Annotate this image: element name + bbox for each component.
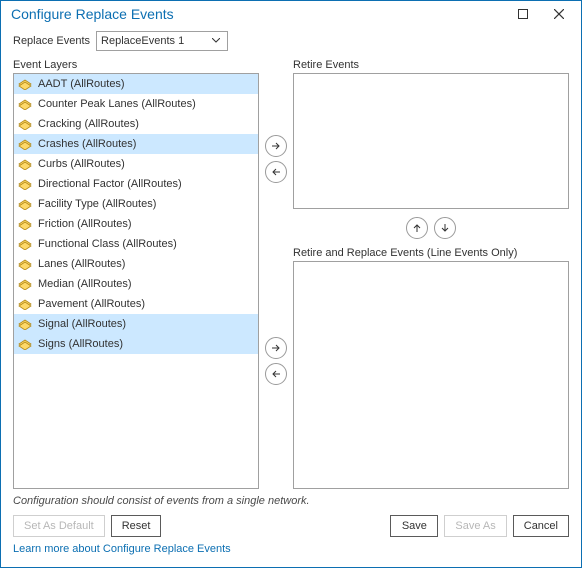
event-layer-item[interactable]: Median (AllRoutes) — [14, 274, 258, 294]
move-to-retire-button[interactable] — [265, 135, 287, 157]
layer-icon — [18, 78, 32, 90]
arrow-up-icon — [412, 223, 422, 233]
arrow-right-icon — [271, 141, 281, 151]
event-layer-item[interactable]: Cracking (AllRoutes) — [14, 114, 258, 134]
event-layer-label: Signs (AllRoutes) — [38, 338, 123, 350]
layer-icon — [18, 218, 32, 230]
maximize-button[interactable] — [505, 1, 541, 27]
event-layer-label: Crashes (AllRoutes) — [38, 138, 136, 150]
event-layer-item[interactable]: Crashes (AllRoutes) — [14, 134, 258, 154]
maximize-icon — [518, 9, 528, 19]
remove-from-retire-replace-button[interactable] — [265, 363, 287, 385]
retire-events-section: Retire Events — [293, 59, 569, 209]
event-layer-item[interactable]: Functional Class (AllRoutes) — [14, 234, 258, 254]
event-layer-label: Functional Class (AllRoutes) — [38, 238, 177, 250]
event-layer-label: AADT (AllRoutes) — [38, 78, 125, 90]
event-layer-label: Directional Factor (AllRoutes) — [38, 178, 182, 190]
event-layer-item[interactable]: AADT (AllRoutes) — [14, 74, 258, 94]
footer: Set As Default Reset Save Save As Cancel — [13, 515, 569, 541]
arrow-down-icon — [440, 223, 450, 233]
event-layer-item[interactable]: Lanes (AllRoutes) — [14, 254, 258, 274]
event-layer-item[interactable]: Curbs (AllRoutes) — [14, 154, 258, 174]
event-layer-item[interactable]: Facility Type (AllRoutes) — [14, 194, 258, 214]
layer-icon — [18, 198, 32, 210]
event-layer-label: Lanes (AllRoutes) — [38, 258, 125, 270]
transfer-buttons-column — [265, 59, 287, 489]
event-layer-item[interactable]: Counter Peak Lanes (AllRoutes) — [14, 94, 258, 114]
retire-replace-label: Retire and Replace Events (Line Events O… — [293, 247, 569, 259]
layer-icon — [18, 318, 32, 330]
event-layer-item[interactable]: Directional Factor (AllRoutes) — [14, 174, 258, 194]
move-up-button[interactable] — [406, 217, 428, 239]
columns: Event Layers AADT (AllRoutes) Counter Pea… — [13, 59, 569, 489]
retire-events-label: Retire Events — [293, 59, 569, 71]
learn-more-link[interactable]: Learn more about Configure Replace Event… — [13, 541, 569, 559]
dialog-body: Replace Events ReplaceEvents 1 Event Lay… — [1, 27, 581, 567]
chevron-down-icon — [209, 35, 223, 47]
event-layer-label: Cracking (AllRoutes) — [38, 118, 139, 130]
event-layer-label: Pavement (AllRoutes) — [38, 298, 145, 310]
close-button[interactable] — [541, 1, 577, 27]
layer-icon — [18, 178, 32, 190]
window-title: Configure Replace Events — [11, 6, 505, 22]
layer-icon — [18, 138, 32, 150]
layer-icon — [18, 158, 32, 170]
replace-events-label: Replace Events — [13, 35, 90, 47]
retire-events-listbox[interactable] — [293, 73, 569, 209]
retire-replace-listbox[interactable] — [293, 261, 569, 489]
retire-replace-section: Retire and Replace Events (Line Events O… — [293, 247, 569, 489]
arrow-right-icon — [271, 343, 281, 353]
event-layer-item[interactable]: Pavement (AllRoutes) — [14, 294, 258, 314]
layer-icon — [18, 118, 32, 130]
move-to-retire-replace-button[interactable] — [265, 337, 287, 359]
hint-text: Configuration should consist of events f… — [13, 495, 569, 507]
event-layer-item[interactable]: Friction (AllRoutes) — [14, 214, 258, 234]
right-column: Retire Events Retire and Replace Events … — [293, 59, 569, 489]
layer-icon — [18, 258, 32, 270]
save-as-button[interactable]: Save As — [444, 515, 506, 537]
layer-icon — [18, 338, 32, 350]
arrow-left-icon — [271, 369, 281, 379]
event-layers-label: Event Layers — [13, 59, 259, 71]
layer-icon — [18, 298, 32, 310]
close-icon — [554, 9, 564, 19]
configure-replace-events-window: Configure Replace Events Replace Events … — [0, 0, 582, 568]
event-layers-column: Event Layers AADT (AllRoutes) Counter Pea… — [13, 59, 259, 489]
event-layer-label: Median (AllRoutes) — [38, 278, 132, 290]
event-layer-label: Signal (AllRoutes) — [38, 318, 126, 330]
replace-events-value: ReplaceEvents 1 — [101, 35, 184, 47]
set-as-default-button[interactable]: Set As Default — [13, 515, 105, 537]
event-layer-label: Curbs (AllRoutes) — [38, 158, 125, 170]
layer-icon — [18, 238, 32, 250]
event-layer-item[interactable]: Signal (AllRoutes) — [14, 314, 258, 334]
reset-button[interactable]: Reset — [111, 515, 162, 537]
event-layer-item[interactable]: Signs (AllRoutes) — [14, 334, 258, 354]
titlebar: Configure Replace Events — [1, 1, 581, 27]
cancel-button[interactable]: Cancel — [513, 515, 569, 537]
reorder-buttons — [293, 215, 569, 241]
arrow-left-icon — [271, 167, 281, 177]
event-layer-label: Facility Type (AllRoutes) — [38, 198, 156, 210]
move-down-button[interactable] — [434, 217, 456, 239]
save-button[interactable]: Save — [390, 515, 438, 537]
event-layer-label: Counter Peak Lanes (AllRoutes) — [38, 98, 196, 110]
event-layer-label: Friction (AllRoutes) — [38, 218, 132, 230]
event-layers-listbox[interactable]: AADT (AllRoutes) Counter Peak Lanes (AllR… — [13, 73, 259, 489]
layer-icon — [18, 278, 32, 290]
layer-icon — [18, 98, 32, 110]
replace-events-row: Replace Events ReplaceEvents 1 — [13, 31, 569, 51]
remove-from-retire-button[interactable] — [265, 161, 287, 183]
replace-events-combobox[interactable]: ReplaceEvents 1 — [96, 31, 228, 51]
